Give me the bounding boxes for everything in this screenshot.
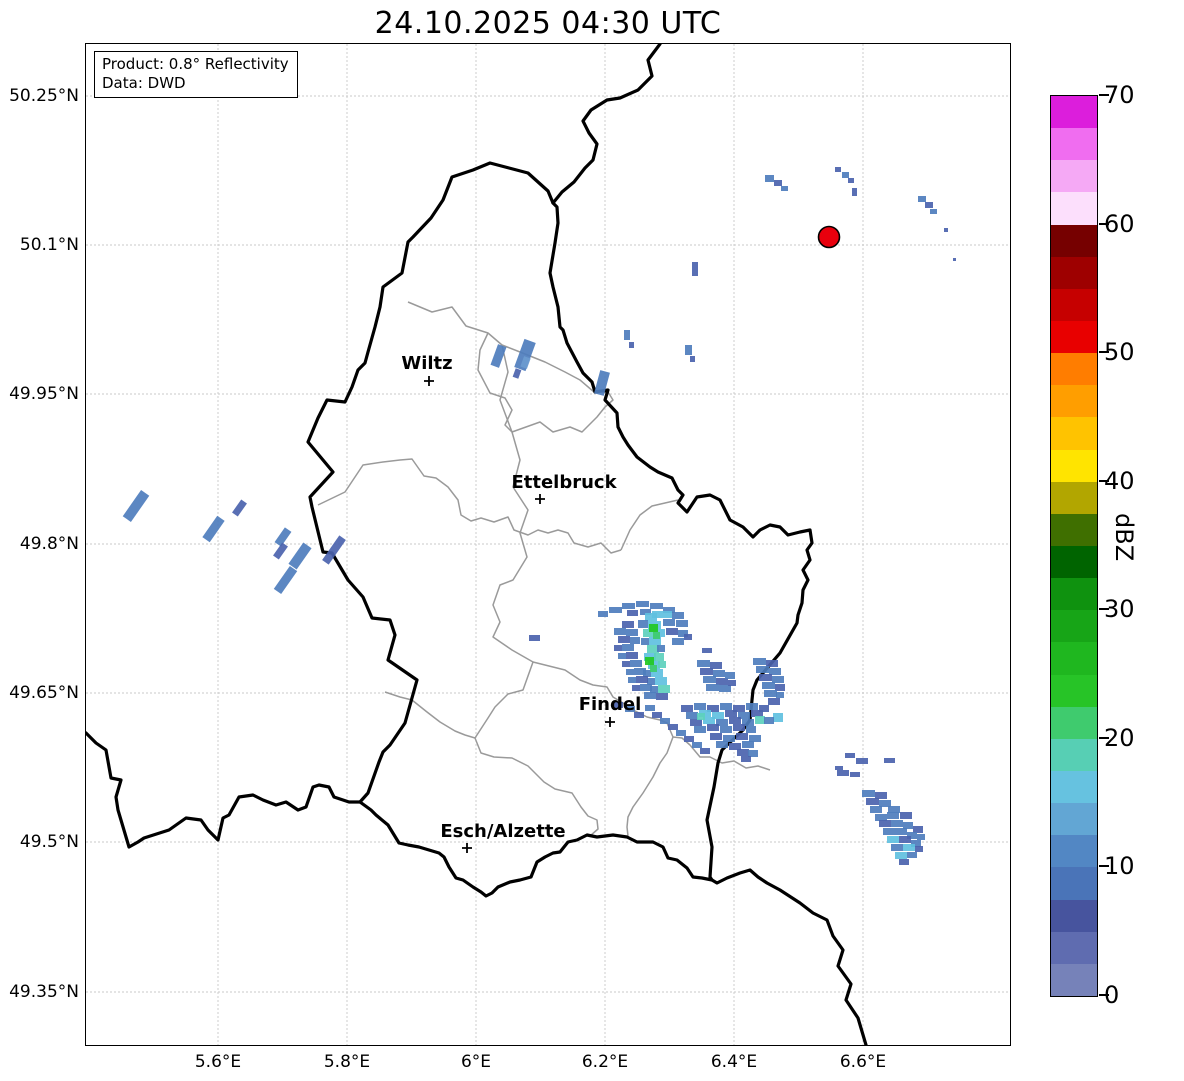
colorbar-segment	[1051, 288, 1097, 321]
lon-tick-label: 5.6°E	[194, 1052, 242, 1072]
colorbar-segment	[1051, 802, 1097, 836]
colorbar-segment	[1051, 609, 1097, 643]
lon-tick-label: 6.6°E	[839, 1052, 887, 1072]
lat-tick-label: 49.8°N	[19, 534, 79, 554]
colorbar-axis-label: dBZ	[1110, 513, 1138, 562]
lon-tick-label: 6.4°E	[710, 1052, 758, 1072]
plot-border	[85, 43, 1011, 1046]
data-source-line: Data: DWD	[102, 74, 186, 92]
colorbar-tick-label: 60	[1104, 209, 1135, 238]
colorbar-tick-label: 50	[1104, 338, 1135, 367]
colorbar-tick-label: 10	[1104, 852, 1135, 881]
colorbar-tick-label: 0	[1104, 981, 1120, 1009]
colorbar-segment	[1051, 738, 1097, 771]
colorbar-segment	[1051, 963, 1097, 996]
product-line: Product: 0.8° Reflectivity	[102, 55, 289, 73]
product-info-box: Product: 0.8° Reflectivity Data: DWD	[94, 51, 298, 98]
colorbar-segment	[1051, 159, 1097, 193]
radar-figure: 24.10.2025 04:30 UTC Wiltz Ettelbruck Find…	[0, 0, 1184, 1081]
colorbar-tick-label: 20	[1104, 723, 1135, 752]
colorbar-segment	[1051, 481, 1097, 514]
lon-tick-label: 5.8°E	[323, 1052, 371, 1072]
colorbar-segment	[1051, 320, 1097, 354]
colorbar-segment	[1051, 706, 1097, 739]
colorbar-segment	[1051, 931, 1097, 964]
colorbar-segment	[1051, 352, 1097, 386]
lon-tick-label: 6.2°E	[581, 1052, 629, 1072]
lat-tick-label: 50.25°N	[9, 86, 79, 106]
lat-tick-label: 49.5°N	[19, 832, 79, 852]
colorbar-segment	[1051, 770, 1097, 804]
colorbar-tick-label: 30	[1104, 595, 1135, 624]
colorbar-segment	[1051, 513, 1097, 546]
colorbar-segment	[1051, 256, 1097, 289]
colorbar-segment	[1051, 577, 1097, 611]
lat-tick-label: 49.95°N	[9, 384, 79, 404]
lat-tick-label: 49.65°N	[9, 683, 79, 703]
colorbar-segment	[1051, 95, 1097, 129]
colorbar	[1050, 95, 1098, 997]
colorbar-segment	[1051, 641, 1097, 675]
colorbar-segment	[1051, 899, 1097, 932]
page-title: 24.10.2025 04:30 UTC	[374, 6, 722, 41]
colorbar-segment	[1051, 384, 1097, 418]
colorbar-tick-label: 70	[1104, 81, 1135, 109]
colorbar-segment	[1051, 449, 1097, 482]
lat-tick-label: 49.35°N	[9, 982, 79, 1002]
colorbar-segment	[1051, 416, 1097, 450]
colorbar-segment	[1051, 191, 1097, 225]
colorbar-segment	[1051, 674, 1097, 707]
colorbar-segment	[1051, 834, 1097, 868]
lon-tick-label: 6°E	[460, 1052, 492, 1072]
colorbar-segment	[1051, 866, 1097, 900]
lat-tick-label: 50.1°N	[19, 235, 79, 255]
colorbar-segment	[1051, 127, 1097, 161]
colorbar-segment	[1051, 224, 1097, 257]
colorbar-tick-label: 40	[1104, 466, 1135, 495]
colorbar-segment	[1051, 545, 1097, 579]
